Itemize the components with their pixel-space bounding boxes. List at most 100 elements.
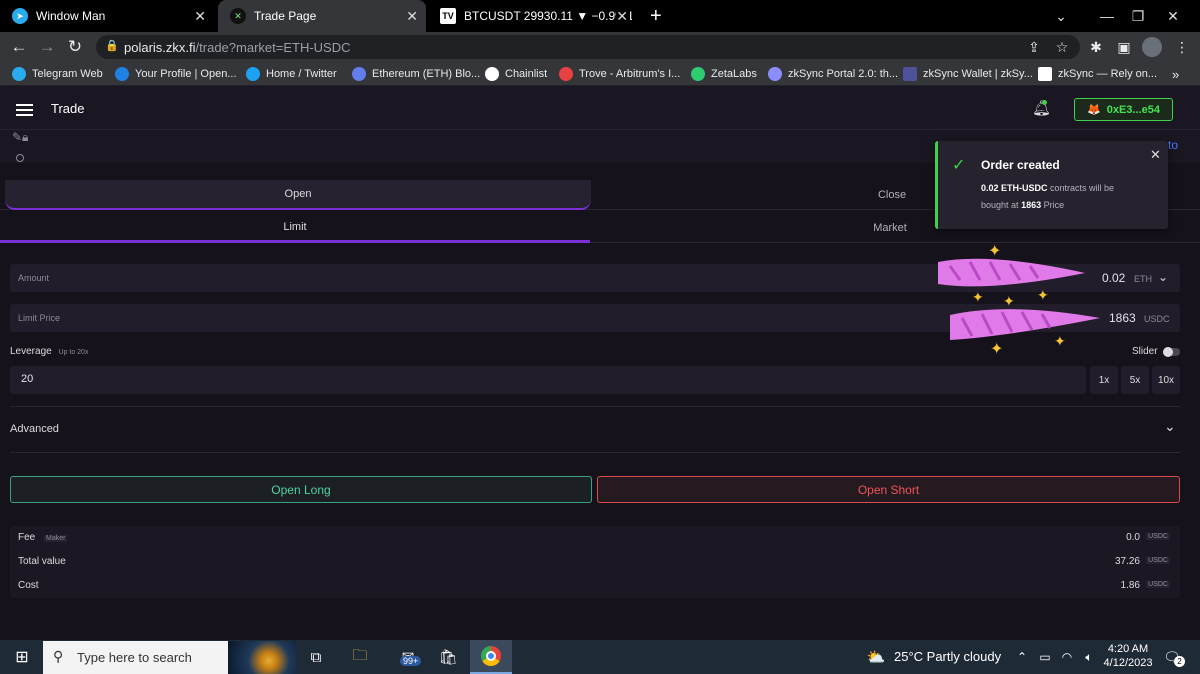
fee-unit: USDC [1146, 533, 1170, 540]
toast-title: Order created [981, 158, 1060, 172]
chevron-down-icon[interactable]: ⌄ [1158, 270, 1168, 284]
open-short-button[interactable]: Open Short [597, 476, 1180, 503]
browser-tab-trade-page[interactable]: ✕ Trade Page ✕ [218, 0, 426, 32]
slider-toggle[interactable] [1163, 347, 1180, 357]
file-explorer-icon[interactable]: 🗀 [346, 640, 374, 674]
opensea-icon [115, 67, 129, 81]
total-unit: USDC [1146, 557, 1170, 564]
bookmark-zksync-wallet[interactable]: zkSync Wallet | zkSy... [903, 66, 1033, 82]
browser-tab-window-man[interactable]: ➤ Window Man ✕ [0, 0, 214, 32]
fee-row: Fee Maker 0.0 USDC [18, 532, 1172, 546]
close-icon[interactable]: ✕ [1150, 147, 1161, 163]
bookmark-chainlist[interactable]: Chainlist [485, 66, 547, 82]
tab-market-label: Market [873, 222, 907, 234]
preset-label: 10x [1157, 374, 1175, 386]
search-highlight-image [228, 641, 296, 674]
bookmark-star-icon[interactable]: ☆ [1052, 37, 1072, 57]
leverage-5x-button[interactable]: 5x [1121, 366, 1149, 394]
clock[interactable]: 4:20 AM 4/12/2023 [1103, 643, 1153, 669]
clock-time: 4:20 AM [1107, 643, 1149, 655]
toggle-knob [1163, 347, 1173, 357]
open-long-button[interactable]: Open Long [10, 476, 592, 503]
notification-center-icon[interactable]: 🗨︎ 2 [1160, 640, 1185, 674]
limit-price-value: 1863 [1109, 311, 1136, 325]
tab-search-icon[interactable]: ⌄ [1038, 0, 1084, 32]
zksync-icon [768, 67, 782, 81]
leverage-1x-button[interactable]: 1x [1090, 366, 1118, 394]
bookmark-telegram[interactable]: Telegram Web [12, 66, 103, 82]
profile-avatar[interactable] [1142, 37, 1162, 57]
leverage-hint: Up to 20x [58, 349, 89, 356]
sub-header-link[interactable]: to [1168, 138, 1178, 152]
back-arrow-icon[interactable]: ← [8, 36, 30, 58]
chevron-up-icon[interactable]: ⌃ [1014, 640, 1030, 674]
mail-icon[interactable]: ✉ 99+ [390, 640, 426, 674]
chrome-taskbar-button[interactable] [470, 640, 512, 674]
bookmark-zksync-rely[interactable]: zkSync — Rely on... [1038, 66, 1157, 82]
wallet-button[interactable]: 🦊 0xE3...e54 [1074, 98, 1173, 121]
bookmark-label: zkSync — Rely on... [1058, 68, 1158, 80]
windows-start-icon[interactable]: ⊞ [10, 640, 34, 674]
leverage-10x-button[interactable]: 10x [1152, 366, 1180, 394]
bookmark-zksync-portal[interactable]: zkSync Portal 2.0: th... [768, 66, 898, 82]
forward-arrow-icon[interactable]: → [36, 36, 58, 58]
open-long-label: Open Long [271, 482, 331, 497]
extensions-puzzle-icon[interactable]: ✱ [1086, 37, 1106, 57]
tab-open[interactable]: Open [5, 180, 591, 210]
url-host: polaris.zkx.fi [124, 39, 196, 55]
taskbar-search-input[interactable]: ⚲ Type here to search [43, 641, 296, 674]
cost-unit: USDC [1146, 581, 1170, 588]
open-short-label: Open Short [857, 482, 920, 497]
menu-dots-icon[interactable]: ⋮ [1172, 37, 1192, 57]
tab-title: BTCUSDT 29930.11 ▼ −0.9% Lucky [464, 9, 632, 23]
reload-icon[interactable]: ↻ [64, 36, 86, 58]
bookmark-trove[interactable]: Trove - Arbitrum's I... [559, 66, 680, 82]
task-view-icon[interactable]: ⧉ [304, 640, 328, 674]
weather-text[interactable]: 25°C Partly cloudy [894, 649, 1001, 664]
search-icon[interactable] [16, 154, 24, 162]
window-close-button[interactable]: ✕ [1150, 0, 1196, 32]
zetalabs-icon [691, 67, 705, 81]
order-created-toast: ✓ Order created ✕ 0.02 ETH-USDC contract… [935, 141, 1168, 229]
leverage-input[interactable]: 20 [10, 366, 1086, 394]
toast-message: 0.02 ETH-USDC contracts will be bought a… [981, 180, 1161, 214]
battery-icon[interactable]: ▭ [1036, 640, 1054, 674]
wifi-icon[interactable]: ◠ [1058, 640, 1076, 674]
chevron-down-icon: ⌄ [1164, 418, 1176, 434]
twitter-icon [246, 67, 260, 81]
sparkle-sticker-icon: ✦ ✦ ✦ ✦ ✦ ✦ [938, 243, 1100, 358]
chrome-icon [481, 646, 501, 666]
advanced-section-toggle[interactable]: Advanced ⌄ [10, 414, 1180, 444]
tab-limit[interactable]: Limit [0, 213, 590, 243]
new-tab-button[interactable]: + [642, 0, 672, 32]
page-title: Trade [51, 101, 85, 116]
address-bar[interactable]: 🔒 polaris.zkx.fi/trade?market=ETH-USDC [96, 35, 1080, 59]
slider-toggle-label: Slider [1132, 346, 1158, 357]
share-icon[interactable]: ⇪ [1024, 37, 1044, 57]
swirl-shape-icon [938, 258, 1085, 287]
total-value: 37.26 [1114, 556, 1140, 567]
advanced-label: Advanced [10, 423, 59, 435]
tab-close-label: Close [877, 189, 907, 201]
volume-icon[interactable]: 🔈︎ [1080, 640, 1098, 674]
bookmark-zetalabs[interactable]: ZetaLabs [691, 66, 757, 82]
side-panel-icon[interactable]: ▣ [1114, 37, 1134, 57]
bookmark-label: Ethereum (ETH) Blo... [372, 68, 481, 80]
metamask-fox-icon: 🦊 [1087, 104, 1101, 116]
hamburger-menu-icon[interactable] [16, 101, 33, 119]
close-icon[interactable]: ✕ [616, 8, 628, 25]
limit-price-unit: USDC [1144, 314, 1170, 324]
tab-title: Trade Page [254, 9, 317, 23]
settings-lock-icon[interactable]: ✎🔒︎ [12, 130, 28, 145]
windows-taskbar: ⊞ ⚲ Type here to search ⧉ 🗀 ✉ 99+ 🛍︎ ⛅ 2… [0, 640, 1200, 674]
bookmark-twitter[interactable]: Home / Twitter [246, 66, 337, 82]
more-bookmarks-icon[interactable]: » [1172, 66, 1179, 82]
bookmark-etherscan[interactable]: Ethereum (ETH) Blo... [352, 66, 480, 82]
close-icon[interactable]: ✕ [406, 8, 418, 25]
bookmark-opensea[interactable]: Your Profile | Open... [115, 66, 237, 82]
close-icon[interactable]: ✕ [194, 8, 206, 25]
store-icon[interactable]: 🛍︎ [434, 640, 462, 674]
wallet-address: 0xE3...e54 [1106, 103, 1160, 116]
browser-tab-btcusdt[interactable]: TV BTCUSDT 29930.11 ▼ −0.9% Lucky ✕ [428, 0, 636, 32]
bookmark-label: Your Profile | Open... [135, 68, 237, 80]
